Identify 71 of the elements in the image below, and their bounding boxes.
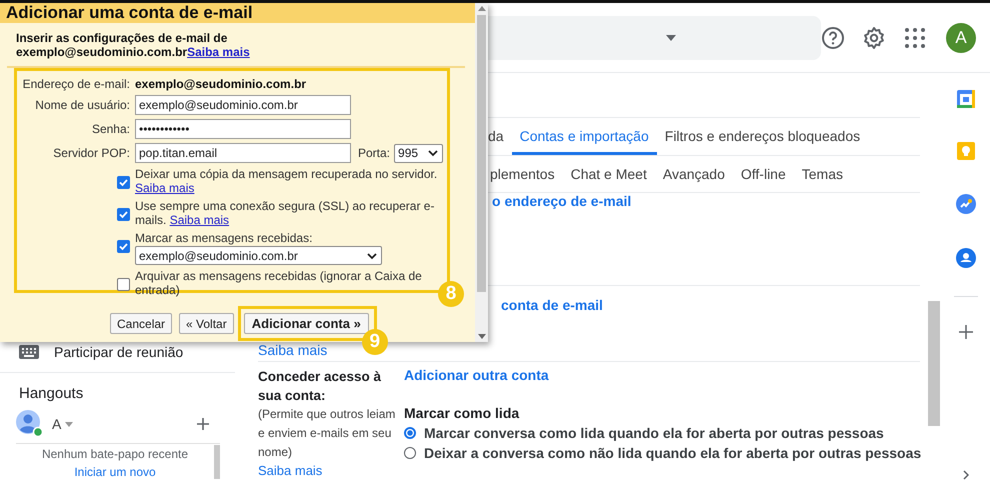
dialog-button[interactable]: Cancelar	[110, 313, 172, 334]
radio-label: Deixar a conversa como não lida quando ela for aberta por outras pessoas	[424, 445, 922, 461]
person-icon[interactable]	[956, 248, 976, 268]
option-label: Deixar uma cópia da mensagem recuperada no servidor. Saiba mais	[135, 167, 438, 195]
join-meeting-link[interactable]: Participar de reunião	[54, 344, 184, 360]
field-label: Endereço de e-mail:	[22, 77, 130, 91]
checkbox[interactable]	[117, 208, 130, 221]
help-link[interactable]: Saiba mais	[170, 213, 230, 227]
settings-icon[interactable]	[862, 26, 886, 50]
add-icon[interactable]	[196, 417, 210, 431]
settings-link[interactable]: o endereço de e-mail	[492, 195, 632, 207]
section-label: Conceder acesso à sua conta:	[258, 368, 382, 405]
field-label: Servidor POP:	[52, 146, 130, 160]
section-description: (Permite que outros leiam e enviem e-mails em seu nome)	[258, 406, 396, 461]
label-select[interactable]: exemplo@seudominio.com.br	[135, 246, 382, 265]
dialog-button[interactable]: « Voltar	[179, 313, 234, 334]
input-field[interactable]: exemplo@seudominio.com.br	[135, 95, 351, 115]
radio-label: Marcar conversa como lida quando ela for aberta por outras pessoas	[424, 425, 884, 441]
checkbox[interactable]	[117, 240, 130, 253]
help-link[interactable]: Saiba mais	[258, 463, 322, 478]
scrollbar-thumb[interactable]	[928, 301, 940, 426]
option-label: Marcar as mensagens recebidas:	[135, 231, 314, 245]
radio-button[interactable]	[404, 447, 416, 459]
settings-tab[interactable]: Temas	[794, 156, 851, 192]
option-title: Marcar como lida	[404, 405, 520, 421]
port-select[interactable]: 995	[394, 144, 444, 162]
settings-tab[interactable]: Filtros e endereços bloqueados	[656, 118, 868, 155]
scrollbar-thumb[interactable]	[214, 445, 220, 479]
input-field[interactable]: pop.titan.email	[135, 143, 351, 163]
settings-tab[interactable]: Chat e Meet	[562, 156, 655, 192]
field-label: Nome de usuário:	[34, 98, 130, 112]
option-label: Use sempre uma conexão segura (SSL) ao recuperar e-mails. Saiba mais	[135, 199, 436, 227]
add-icon[interactable]	[959, 325, 973, 339]
section-heading: Hangouts	[18, 384, 84, 404]
checkbox[interactable]	[117, 176, 130, 189]
start-chat-link[interactable]: Iniciar um novo	[74, 465, 156, 479]
user-name[interactable]: A	[52, 416, 62, 432]
keyboard-icon[interactable]	[19, 345, 39, 359]
checkbox[interactable]	[117, 278, 130, 291]
field-label: Senha:	[90, 122, 130, 136]
caret-icon[interactable]	[666, 34, 676, 40]
step-badge: 9	[362, 329, 388, 355]
caret-icon[interactable]	[65, 422, 74, 426]
help-icon[interactable]	[821, 26, 845, 50]
dialog-title: Adicionar uma conta de e-mail	[0, 3, 475, 23]
chevron-right-icon[interactable]	[963, 470, 969, 480]
settings-link[interactable]: conta de e-mail	[501, 297, 603, 313]
field-label: Porta:	[358, 146, 390, 160]
step-badge: 8	[438, 281, 464, 307]
settings-tab[interactable]: Off-line	[732, 156, 794, 192]
empty-message: Nenhum bate-papo recente	[42, 447, 188, 461]
calendar-icon[interactable]	[957, 90, 975, 108]
account-avatar[interactable]: A	[946, 22, 976, 52]
chevron-down-icon[interactable]	[427, 148, 440, 158]
scroll-up-icon[interactable]	[478, 6, 486, 11]
radio-button[interactable]	[404, 427, 416, 439]
email-address: exemplo@seudominio.com.br	[135, 77, 306, 91]
dialog-button[interactable]: Adicionar conta »	[244, 313, 369, 334]
settings-link[interactable]: Adicionar outra conta	[404, 367, 549, 383]
user-avatar-icon[interactable]	[16, 410, 44, 438]
chevron-down-icon[interactable]	[366, 250, 378, 260]
help-link[interactable]: Saiba mais	[135, 181, 194, 195]
help-link[interactable]: Saiba mais	[258, 342, 328, 358]
help-link[interactable]: Saiba mais	[187, 45, 250, 59]
settings-tab[interactable]: Avançado	[654, 156, 733, 192]
input-field[interactable]: ••••••••••••	[135, 119, 351, 139]
option-label: Arquivar as mensagens recebidas (ignorar a Caixa de entrada)	[135, 269, 423, 297]
apps-icon[interactable]	[903, 26, 927, 50]
scroll-down-icon[interactable]	[478, 334, 486, 339]
scrollbar-thumb[interactable]	[477, 15, 486, 292]
intro-text: Inserir as configurações de e-mail de exemplo@seudominio.com.brSaiba mais	[16, 31, 251, 59]
